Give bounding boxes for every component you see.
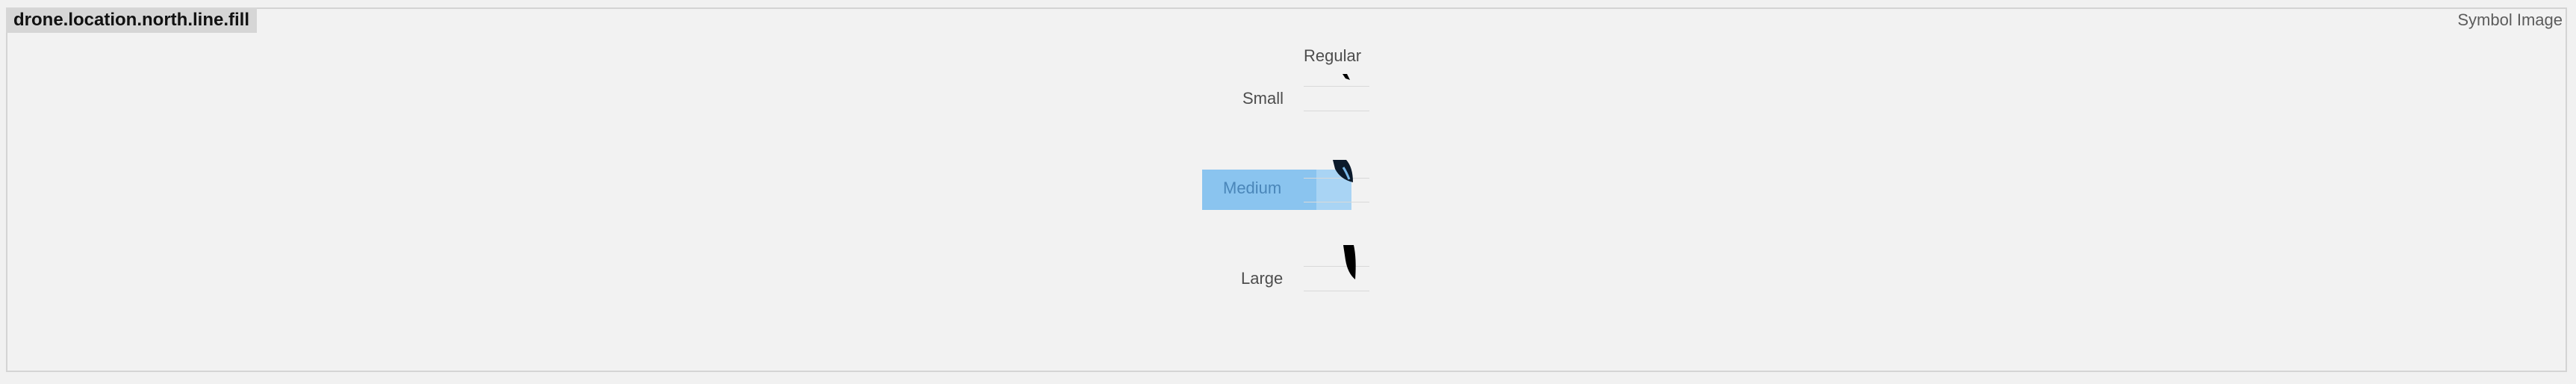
size-medium-label: Medium bbox=[1223, 179, 1282, 197]
size-large-label: Large bbox=[1241, 269, 1284, 288]
drone-location-north-line-fill-icon-small bbox=[1343, 74, 1350, 80]
small-baseline bbox=[1304, 86, 1369, 87]
drone-location-north-line-fill-icon-medium bbox=[1333, 160, 1353, 182]
symbol-name-tag: drone.location.north.line.fill bbox=[6, 7, 257, 33]
drone-location-north-line-fill-icon-large bbox=[1343, 245, 1356, 279]
symbol-gallery-canvas: drone.location.north.line.fill Symbol Im… bbox=[0, 0, 2576, 384]
size-small-label: Small bbox=[1242, 89, 1284, 108]
symbol-type-label: Symbol Image bbox=[2457, 10, 2563, 29]
weight-regular-label: Regular bbox=[1304, 46, 1362, 65]
large-baseline bbox=[1304, 266, 1369, 267]
